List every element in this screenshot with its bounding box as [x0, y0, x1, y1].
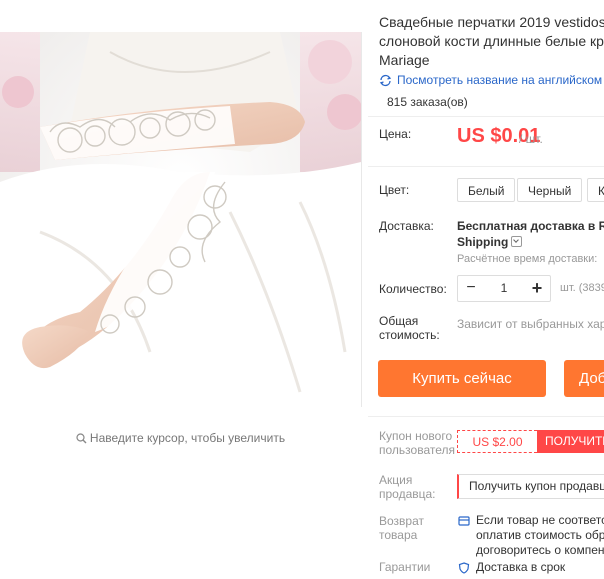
- coupon-amount: US $2.00: [457, 430, 537, 453]
- translate-title-link[interactable]: Посмотреть название на английском: [379, 73, 602, 87]
- product-photo-illustration: [0, 32, 361, 407]
- price-label: Цена:: [379, 127, 412, 141]
- returns-label: Возврат товара: [379, 514, 424, 542]
- guarantee-label: Гарантии: [379, 560, 431, 574]
- guarantee-text: Доставка в срок: [476, 560, 566, 574]
- get-coupon-button[interactable]: ПОЛУЧИТЬ: [537, 430, 604, 453]
- price-unit: / шт.: [519, 132, 543, 146]
- shipping-method[interactable]: Shipping: [457, 235, 523, 249]
- divider: [368, 416, 604, 417]
- zoom-hint: Наведите курсор, чтобы увеличить: [0, 431, 361, 447]
- return-policy-icon: [458, 514, 470, 532]
- shipping-time: Расчётное время доставки:: [457, 253, 598, 265]
- divider: [368, 116, 604, 117]
- zoom-hint-text: Наведите курсор, чтобы увеличить: [89, 431, 286, 445]
- chevron-down-icon[interactable]: [511, 236, 523, 247]
- color-option-other[interactable]: К: [587, 178, 604, 202]
- buy-now-button[interactable]: Купить сейчас: [378, 360, 546, 397]
- divider: [368, 166, 604, 167]
- quantity-increase-button[interactable]: +: [524, 276, 550, 301]
- quantity-input[interactable]: 1: [484, 276, 524, 301]
- product-image[interactable]: [0, 32, 362, 407]
- new-user-coupon-label: Купон нового пользователя: [379, 429, 455, 457]
- quantity-decrease-button[interactable]: −: [458, 276, 484, 301]
- returns-text-line: оплатив стоимость обра: [476, 528, 604, 542]
- total-value: Зависит от выбранных хара: [457, 317, 604, 331]
- quantity-label: Количество:: [379, 282, 447, 296]
- shield-icon: [458, 561, 470, 579]
- shipping-method-text[interactable]: Shipping: [457, 235, 508, 249]
- product-title-line: слоновой кости длинные белые кр: [379, 33, 604, 49]
- stock-available: шт. (3839: [560, 282, 604, 294]
- returns-text-line: договоритесь о компенс: [476, 543, 604, 557]
- product-title: Свадебные перчатки 2019 vestidos слоново…: [379, 13, 604, 70]
- seller-promo-label: Акция продавца:: [379, 473, 436, 501]
- returns-text-line: Если товар не соответст: [476, 513, 604, 527]
- search-icon: [76, 433, 87, 447]
- shipping-destination: Бесплатная доставка в Ru: [457, 219, 604, 233]
- color-option-white[interactable]: Белый: [457, 178, 516, 202]
- translate-link-text[interactable]: Посмотреть название на английском: [397, 73, 602, 87]
- total-label: Общая стоимость:: [379, 314, 440, 342]
- add-to-cart-button[interactable]: Доб: [564, 360, 604, 397]
- quantity-stepper: − 1 +: [457, 275, 551, 302]
- product-title-line: Свадебные перчатки 2019 vestidos: [379, 14, 604, 30]
- product-title-line: Mariage: [379, 52, 430, 68]
- color-option-black[interactable]: Черный: [517, 178, 583, 202]
- shipping-label: Доставка:: [379, 219, 434, 233]
- color-label: Цвет:: [379, 183, 410, 197]
- translate-icon: [379, 74, 392, 87]
- get-seller-coupon-button[interactable]: Получить купон продавца: [457, 474, 604, 499]
- orders-count: 815 заказа(ов): [387, 95, 468, 109]
- returns-text: Если товар не соответст оплатив стоимост…: [476, 513, 604, 558]
